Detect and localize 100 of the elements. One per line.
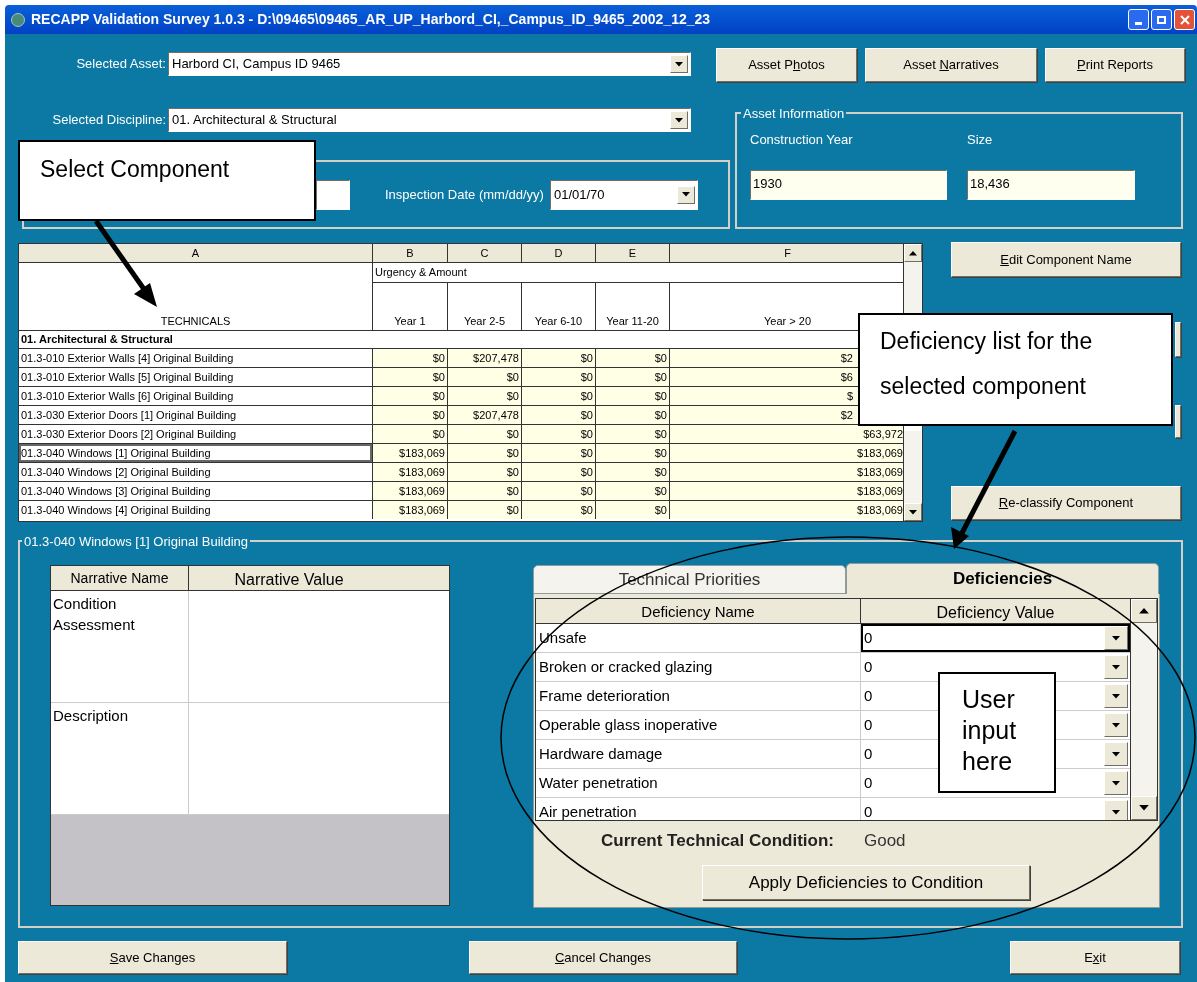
dropdown-button[interactable] <box>670 111 688 129</box>
dropdown-button[interactable] <box>1104 742 1128 766</box>
table-cell[interactable]: 01.3-010 Exterior Walls [4] Original Building <box>19 349 372 367</box>
table-cell: $0 <box>448 501 521 519</box>
table-cell: $207,478 <box>448 406 521 424</box>
column-header: Year 2-5 <box>448 283 521 330</box>
restore-button[interactable] <box>1151 9 1172 30</box>
table-cell: $0 <box>522 463 595 481</box>
table-cell: $0 <box>522 368 595 386</box>
apply-button[interactable]: Apply Deficiencies to Condition <box>702 865 1030 900</box>
table-cell: $0 <box>373 425 447 443</box>
table-cell: $0 <box>596 349 669 367</box>
toolbar-button[interactable]: Asset Narratives <box>865 48 1037 82</box>
dropdown-button[interactable] <box>1104 800 1128 820</box>
dropdown-button[interactable] <box>1104 684 1128 708</box>
table-cell: $0 <box>522 425 595 443</box>
action-button[interactable]: Re-classify Component <box>951 486 1181 520</box>
dropdown-button[interactable] <box>670 55 688 73</box>
column-header: Deficiency Value <box>935 603 1056 623</box>
dropdown-button[interactable] <box>1104 713 1128 737</box>
dropdown-field[interactable]: 01/01/70 <box>549 179 698 210</box>
scroll-up-button[interactable] <box>1131 599 1157 623</box>
table-cell: $0 <box>596 501 669 519</box>
table-cell: $0 <box>522 444 595 462</box>
field-label: Construction Year <box>750 131 854 149</box>
dialog-button[interactable]: Exit <box>1010 941 1180 974</box>
table-cell: $183,069 <box>670 501 903 519</box>
table-cell: $183,069 <box>670 444 903 462</box>
dropdown-field[interactable]: 0 <box>861 624 1130 652</box>
table-cell: $0 <box>596 425 669 443</box>
dropdown-button[interactable] <box>676 185 695 204</box>
caret-icon <box>1112 664 1120 670</box>
table-cell: $0 <box>522 482 595 500</box>
field-label: Selected Discipline: <box>51 111 167 130</box>
caret-icon <box>675 61 683 67</box>
minimize-button[interactable] <box>1128 9 1149 30</box>
column-header: Year 6-10 <box>522 283 595 330</box>
column-header: Year 11-20 <box>596 283 669 330</box>
scrollbar[interactable] <box>1130 599 1157 820</box>
text-field[interactable]: 1930 <box>750 170 947 200</box>
text-field[interactable]: 18,436 <box>967 170 1135 200</box>
table-cell[interactable]: 01.3-010 Exterior Walls [6] Original Building <box>19 387 372 405</box>
table-cell: Condition Assessment <box>51 591 189 702</box>
scroll-down-button[interactable] <box>1131 796 1157 820</box>
table-cell: $0 <box>448 387 521 405</box>
scrollbar-track[interactable] <box>904 431 922 521</box>
table-cell[interactable]: 01.3-040 Windows [2] Original Building <box>19 463 372 481</box>
column-header: Narrative Name <box>51 566 189 590</box>
table-cell: $0 <box>373 406 447 424</box>
table-cell: $0 <box>596 482 669 500</box>
dropdown-button[interactable] <box>1104 655 1128 679</box>
dropdown-button[interactable] <box>1104 626 1128 650</box>
table-cell[interactable]: 01.3-030 Exterior Doors [1] Original Building <box>19 406 372 424</box>
scroll-down-button[interactable] <box>904 503 922 521</box>
table-cell: $183,069 <box>670 463 903 481</box>
callout-box: Select Component <box>18 140 316 221</box>
text-field[interactable] <box>316 179 350 210</box>
up-arrow-icon <box>909 250 917 256</box>
table-cell[interactable]: 01.3-040 Windows [1] Original Building <box>19 444 372 462</box>
condition-label: Current Technical Condition: <box>601 830 834 853</box>
table-cell: $183,069 <box>373 463 447 481</box>
dropdown-field[interactable]: 0 <box>861 798 1130 820</box>
button-edge <box>1175 322 1181 357</box>
tab[interactable]: Deficiencies <box>846 563 1159 594</box>
column-header: A <box>19 244 372 262</box>
table-cell[interactable]: 01.3-040 Windows [3] Original Building <box>19 482 372 500</box>
table-cell[interactable]: 01.3-040 Windows [4] Original Building <box>19 501 372 519</box>
table-cell: $0 <box>596 406 669 424</box>
table-cell: $0 <box>596 463 669 481</box>
dialog-button[interactable]: Cancel Changes <box>469 941 737 974</box>
table-cell: $0 <box>373 387 447 405</box>
dropdown-field[interactable]: 01. Architectural & Structural <box>168 108 691 132</box>
caret-icon <box>1112 809 1120 815</box>
action-button[interactable]: Edit Component Name <box>951 242 1181 277</box>
dropdown-field[interactable]: Harbord CI, Campus ID 9465 <box>168 52 691 76</box>
group-header: Urgency & Amount <box>373 263 903 282</box>
column-header: Year 1 <box>373 283 447 330</box>
app-icon <box>11 12 25 27</box>
table-cell: $0 <box>373 349 447 367</box>
toolbar-button[interactable]: Asset Photos <box>716 48 857 82</box>
dropdown-button[interactable] <box>1104 771 1128 795</box>
caret-icon <box>1112 635 1120 641</box>
callout-box: User input here <box>938 672 1056 793</box>
table-cell[interactable]: 01.3-030 Exterior Doors [2] Original Building <box>19 425 372 443</box>
table-cell[interactable]: 01.3-010 Exterior Walls [5] Original Building <box>19 368 372 386</box>
close-button[interactable] <box>1174 9 1195 30</box>
window-title: RECAPP Validation Survey 1.0.3 - D:\09465\09465_AR_UP_Harbord_CI,_Campus_ID_9465_2002_12_23 <box>31 10 712 29</box>
scroll-up-button[interactable] <box>904 244 922 262</box>
table-cell: $0 <box>448 482 521 500</box>
table-cell: $183,069 <box>373 444 447 462</box>
table-cell: $0 <box>522 387 595 405</box>
caret-icon <box>681 192 690 197</box>
caret-icon <box>1112 780 1120 786</box>
dialog-button[interactable]: Save Changes <box>18 941 287 974</box>
caret-icon <box>1139 805 1149 811</box>
toolbar-button[interactable]: Print Reports <box>1045 48 1185 82</box>
column-header: C <box>448 244 521 262</box>
scrollbar-track[interactable] <box>904 244 922 314</box>
table-cell: $0 <box>522 406 595 424</box>
table-cell: $0 <box>596 368 669 386</box>
